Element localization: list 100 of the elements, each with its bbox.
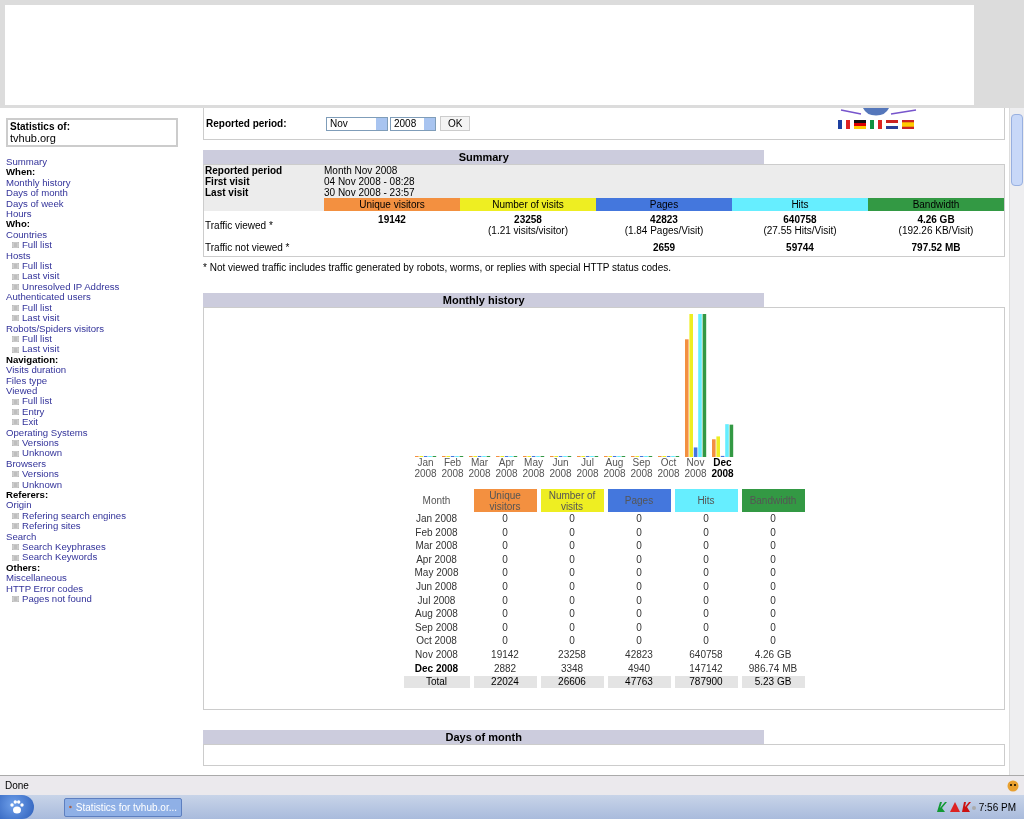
list-icon xyxy=(12,523,19,530)
nav-sublink[interactable]: Pages not found xyxy=(22,594,92,605)
table-cell-text: 0 xyxy=(501,579,509,594)
nav-sublink[interactable]: Full list xyxy=(22,302,52,314)
start-button[interactable] xyxy=(0,795,34,819)
nav-link[interactable]: Hours xyxy=(6,209,200,220)
nav-sublink[interactable]: Search Keywords xyxy=(22,552,98,563)
month-label: Dec 2008 xyxy=(710,457,735,479)
table-cell-text: 0 xyxy=(635,525,643,540)
section-title: Monthly history xyxy=(203,293,765,307)
flag-icon[interactable] xyxy=(886,120,898,129)
table-cell-text: 0 xyxy=(501,634,509,648)
column-header: Number of visits xyxy=(540,489,604,512)
nav-sublink[interactable]: Versions xyxy=(22,469,59,480)
nav-link[interactable]: Days of month xyxy=(6,188,200,199)
table-cell-text: Mar 2008 xyxy=(414,539,459,553)
list-icon xyxy=(12,419,19,426)
table-cell-text: 4.26 GB xyxy=(753,647,793,662)
nav-sublink[interactable]: Entry xyxy=(22,406,45,418)
month-label: Mar 2008 xyxy=(467,457,492,479)
nav-link[interactable]: Monthly history xyxy=(6,177,200,189)
nav-link[interactable]: Visits duration xyxy=(6,365,200,376)
nav-link[interactable]: Countries xyxy=(6,229,200,241)
table-cell-text: 0 xyxy=(702,566,710,580)
table-cell-text: 0 xyxy=(635,512,643,526)
table-cell: 42823 xyxy=(650,214,678,225)
site-box-title: Statistics of: xyxy=(10,121,71,132)
table-cell-text: 0 xyxy=(568,607,576,621)
table-cell-text: 0 xyxy=(568,634,576,648)
table-cell-text: 0 xyxy=(769,593,777,608)
table-cell-text: 0 xyxy=(702,512,710,526)
table-cell-text: Feb 2008 xyxy=(414,525,459,540)
table-cell-text: 0 xyxy=(501,620,509,635)
info-value: 04 Nov 2008 - 08:28 xyxy=(324,176,1004,187)
month-label: Aug 2008 xyxy=(602,457,627,479)
nav-sublink[interactable]: Versions xyxy=(22,437,59,449)
table-cell-text: 0 xyxy=(769,539,777,553)
table-cell-text: 986.74 MB xyxy=(747,661,799,676)
table-cell-text: 0 xyxy=(769,579,777,594)
list-icon xyxy=(12,263,19,270)
list-icon xyxy=(12,315,19,322)
month-select[interactable]: Nov xyxy=(326,116,388,131)
nav-link[interactable]: HTTP Error codes xyxy=(6,583,200,595)
nav-link[interactable]: Days of week xyxy=(6,198,200,210)
table-cell-text: 0 xyxy=(702,620,710,635)
nav-link[interactable]: Operating Systems xyxy=(6,427,200,438)
nav-sublink[interactable]: Exit xyxy=(22,417,38,428)
year-select[interactable]: 2008 xyxy=(390,116,436,131)
table-cell: 640758 xyxy=(783,214,817,225)
tray-icon[interactable] xyxy=(935,801,976,813)
nav-link[interactable]: Files type xyxy=(6,375,200,386)
table-cell-text: 147142 xyxy=(688,661,724,676)
table-cell-text: 0 xyxy=(635,539,643,553)
scrollbar[interactable] xyxy=(1009,108,1024,775)
nav-link[interactable]: Search xyxy=(6,531,200,543)
nav-sublink[interactable]: Refering sites xyxy=(22,521,81,532)
table-cell-text: 0 xyxy=(769,634,777,648)
nav-sublink[interactable]: Last visit xyxy=(22,313,60,324)
nav-sublink[interactable]: Refering search engines xyxy=(22,510,126,522)
nav-sublink[interactable]: Full list xyxy=(22,333,52,345)
nav-sublink[interactable]: Unresolved IP Address xyxy=(22,281,120,293)
ok-button[interactable]: OK xyxy=(440,116,471,131)
nav-sublink[interactable]: Full list xyxy=(22,396,52,407)
nav-link[interactable]: Authenticated users xyxy=(6,292,200,303)
column-header: Hits xyxy=(674,489,738,512)
table-cell-text: 0 xyxy=(769,566,777,580)
flag-icon[interactable] xyxy=(854,120,866,129)
table-cell-text: 0 xyxy=(702,525,710,540)
table-cell-text: 0 xyxy=(568,525,576,540)
site-name: tvhub.org xyxy=(10,132,57,144)
flag-icon[interactable] xyxy=(838,120,850,129)
cell-detail: (1.84 Pages/Visit) xyxy=(624,225,704,236)
list-icon xyxy=(12,284,19,291)
nav-sublink[interactable]: Unknown xyxy=(22,448,62,459)
nav-sublink[interactable]: Unknown xyxy=(22,479,62,490)
nav-link[interactable]: Origin xyxy=(6,500,200,511)
nav-sublink[interactable]: Last visit xyxy=(22,344,60,355)
nav-link[interactable]: Miscellaneous xyxy=(6,573,200,584)
info-label: Reported period xyxy=(204,165,324,176)
info-value: 30 Nov 2008 - 23:57 xyxy=(324,187,1004,198)
table-cell-text: 3348 xyxy=(559,661,585,676)
nav-link[interactable]: Viewed xyxy=(6,385,200,397)
nav-sublink[interactable]: Full list xyxy=(22,261,52,272)
nav-link[interactable]: Summary xyxy=(6,157,200,168)
info-label: First visit xyxy=(204,176,324,187)
table-cell-text: 0 xyxy=(568,552,576,567)
nav-link[interactable]: Browsers xyxy=(6,458,200,470)
table-cell-text: 0 xyxy=(501,607,509,621)
info-value: Month Nov 2008 xyxy=(324,165,1004,176)
nav-sublink[interactable]: Full list xyxy=(22,240,52,251)
nav-sublink[interactable]: Last visit xyxy=(22,271,60,282)
nav-link[interactable]: Hosts xyxy=(6,250,200,262)
column-header: Pages xyxy=(596,198,732,211)
smiley-icon xyxy=(1007,779,1019,792)
nav-link[interactable]: Robots/Spiders visitors xyxy=(6,323,200,334)
table-cell-text: Dec 2008 xyxy=(413,661,460,676)
list-icon xyxy=(12,336,19,343)
nav-sublink[interactable]: Search Keyphrases xyxy=(22,542,106,553)
table-cell: 23258 xyxy=(514,214,542,225)
month-label: Jun 2008 xyxy=(548,457,573,479)
